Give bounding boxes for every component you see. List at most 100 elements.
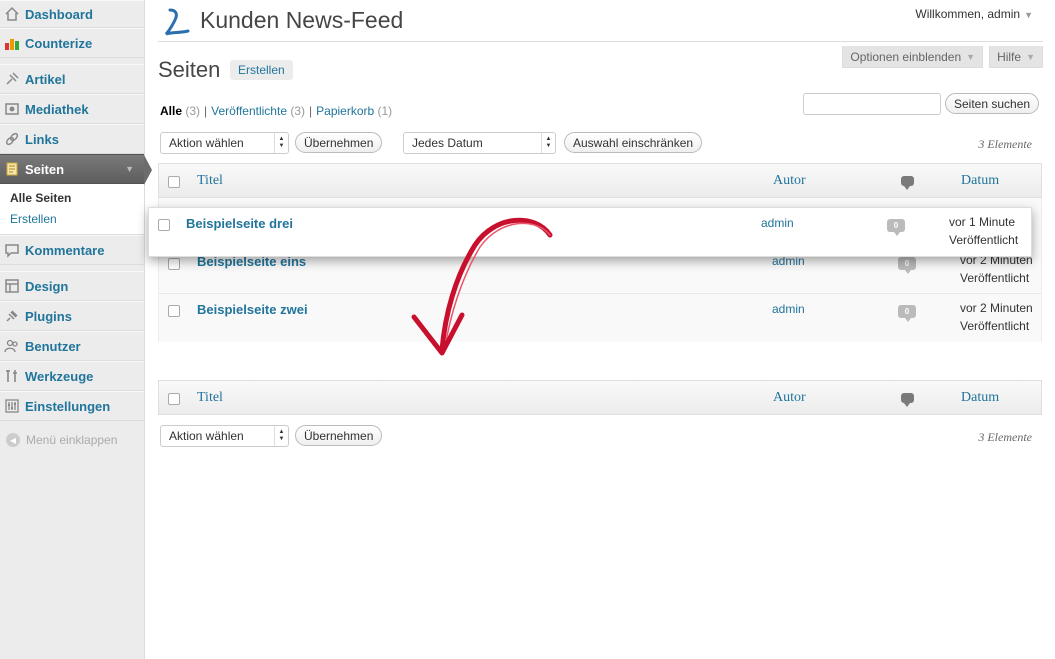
sidebar-item-links[interactable]: Links: [0, 124, 144, 154]
sidebar-item-label: Artikel: [25, 71, 66, 87]
settings-icon: [4, 398, 20, 414]
seiten-submenu: Alle Seiten Erstellen: [0, 184, 144, 235]
date-filter-select[interactable]: Jedes Datum ▲ ▼: [403, 132, 556, 154]
screen-options-button[interactable]: Optionen einblenden ▼: [842, 46, 984, 68]
column-title-header[interactable]: Titel: [197, 173, 223, 189]
sidebar-item-label: Design: [25, 278, 69, 294]
select-arrows-icon: ▲ ▼: [274, 426, 288, 446]
select-all-checkbox[interactable]: [168, 393, 180, 405]
row-checkbox[interactable]: [168, 258, 180, 270]
row-checkbox[interactable]: [158, 219, 170, 231]
table-footer: Titel Autor Datum: [158, 380, 1042, 415]
row-status-text: Veröffentlicht: [960, 319, 1030, 333]
column-date-header[interactable]: Datum: [961, 173, 999, 189]
comment-count-badge[interactable]: 0: [898, 257, 916, 274]
column-author-header[interactable]: Autor: [773, 390, 806, 406]
row-author-link[interactable]: admin: [761, 216, 794, 230]
select-arrows-icon: ▲ ▼: [541, 133, 555, 153]
bulk-action-value: Aktion wählen: [169, 429, 244, 443]
link-icon: [4, 131, 20, 147]
row-status-text: Veröffentlicht: [960, 271, 1030, 285]
comment-count-badge[interactable]: 0: [898, 305, 916, 322]
drag-arrow-icon: [411, 217, 553, 356]
collapse-menu-button[interactable]: ◀ Menü einklappen: [0, 421, 144, 447]
user-menu[interactable]: Willkommen, admin ▼: [915, 7, 1033, 21]
bulk-action-value: Aktion wählen: [169, 136, 244, 150]
screen-meta-links: Optionen einblenden ▼ Hilfe ▼: [842, 46, 1043, 68]
sidebar-item-seiten[interactable]: Seiten ▼: [0, 154, 152, 185]
media-icon: [4, 101, 20, 117]
comment-count-badge[interactable]: 0: [887, 219, 905, 236]
apply-button-bottom[interactable]: Übernehmen: [295, 425, 383, 446]
apply-button[interactable]: Übernehmen: [295, 132, 383, 153]
column-author-header[interactable]: Autor: [773, 173, 806, 189]
welcome-text: Willkommen, admin: [915, 7, 1021, 21]
tools-icon: [4, 368, 20, 384]
sidebar-item-label: Seiten: [25, 161, 65, 177]
sidebar-item-label: Dashboard: [25, 6, 93, 22]
sidebar-item-plugins[interactable]: Plugins: [0, 301, 144, 331]
sidebar-item-kommentare[interactable]: Kommentare: [0, 235, 144, 265]
comment-column-icon: [901, 176, 914, 190]
sidebar-item-label: Kommentare: [25, 242, 105, 258]
row-date-text: vor 2 Minuten: [960, 301, 1033, 315]
help-button[interactable]: Hilfe ▼: [989, 46, 1043, 68]
view-all-count: (3): [185, 104, 201, 118]
plugin-icon: [4, 308, 20, 324]
search-input[interactable]: [803, 93, 941, 115]
row-date: vor 2 Minuten Veröffentlicht: [960, 299, 1033, 335]
row-date: vor 1 Minute Veröffentlicht: [949, 213, 1018, 249]
site-title[interactable]: Kunden News-Feed: [200, 7, 403, 34]
site-logo-icon: [164, 8, 190, 36]
chevron-down-icon: ▼: [125, 164, 134, 174]
bulk-action-select-bottom[interactable]: Aktion wählen ▲ ▼: [160, 425, 289, 447]
select-all-checkbox[interactable]: [168, 176, 180, 188]
sidebar-item-benutzer[interactable]: Benutzer: [0, 331, 144, 361]
collapse-arrow-icon: ◀: [6, 433, 20, 447]
admin-sidebar: Dashboard Counterize Artikel Mediathek L…: [0, 0, 152, 659]
home-icon: [4, 6, 20, 22]
users-icon: [4, 338, 20, 354]
page-icon: [4, 161, 20, 177]
pin-icon: [4, 71, 20, 87]
page-title: Seiten: [158, 57, 221, 82]
row-title-link[interactable]: Beispielseite drei: [186, 216, 293, 231]
view-trash-link[interactable]: Papierkorb: [316, 104, 374, 118]
date-filter-value: Jedes Datum: [412, 136, 483, 150]
collapse-menu-label: Menü einklappen: [26, 433, 118, 447]
sidebar-item-design[interactable]: Design: [0, 271, 144, 301]
sidebar-item-counterize[interactable]: Counterize: [0, 28, 144, 58]
sidebar-item-dashboard[interactable]: Dashboard: [0, 0, 144, 28]
items-count-bottom: 3 Elemente: [978, 430, 1032, 444]
row-title-link[interactable]: Beispielseite zwei: [197, 302, 308, 317]
sidebar-item-einstellungen[interactable]: Einstellungen: [0, 391, 144, 421]
submenu-erstellen[interactable]: Erstellen: [10, 209, 144, 230]
filter-button[interactable]: Auswahl einschränken: [564, 132, 703, 153]
column-title-header[interactable]: Titel: [197, 390, 223, 406]
view-all-link[interactable]: Alle: [160, 104, 182, 118]
bar-chart-icon: [4, 35, 20, 51]
sidebar-item-label: Links: [25, 131, 59, 147]
chevron-down-icon: ▼: [1024, 10, 1033, 20]
comment-column-icon: [901, 393, 914, 407]
row-checkbox[interactable]: [168, 305, 180, 317]
row-date-text: vor 1 Minute: [949, 215, 1016, 229]
sidebar-item-label: Benutzer: [25, 338, 81, 354]
table-row: Beispielseite zwei admin 0 vor 2 Minuten…: [158, 294, 1042, 342]
view-published-link[interactable]: Veröffentlichte: [211, 104, 287, 118]
status-filter-links: Alle (3) | Veröffentlichte (3) | Papierkorb …: [160, 104, 393, 118]
dragged-table-row[interactable]: Beispielseite drei admin 0 vor 1 Minute V…: [148, 207, 1032, 257]
row-author-link[interactable]: admin: [772, 302, 805, 316]
sidebar-item-werkzeuge[interactable]: Werkzeuge: [0, 361, 144, 391]
sidebar-item-label: Werkzeuge: [25, 368, 94, 384]
sidebar-item-label: Mediathek: [25, 101, 89, 117]
row-status-text: Veröffentlicht: [949, 233, 1019, 247]
add-new-page-button[interactable]: Erstellen: [230, 60, 293, 80]
submenu-alle-seiten[interactable]: Alle Seiten: [10, 188, 144, 209]
sidebar-item-artikel[interactable]: Artikel: [0, 64, 144, 94]
sidebar-item-label: Plugins: [25, 308, 72, 324]
search-pages-button[interactable]: Seiten suchen: [945, 93, 1040, 114]
column-date-header[interactable]: Datum: [961, 390, 999, 406]
sidebar-item-mediathek[interactable]: Mediathek: [0, 94, 144, 124]
bulk-action-select[interactable]: Aktion wählen ▲ ▼: [160, 132, 289, 154]
